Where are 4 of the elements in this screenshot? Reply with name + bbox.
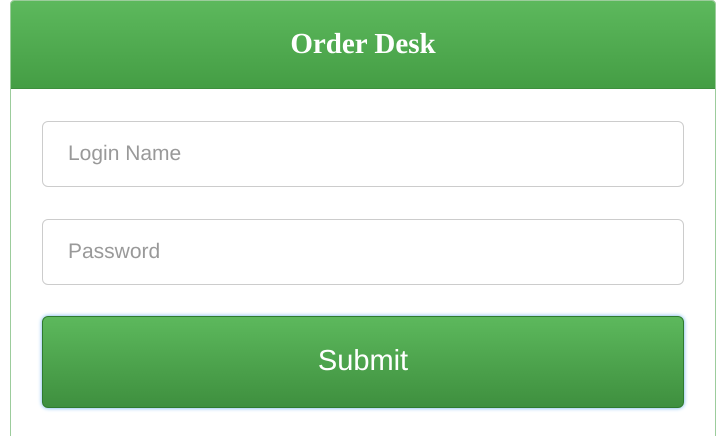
panel-title: Order Desk [290,26,436,62]
login-name-field[interactable]: Login Name [42,121,684,187]
password-field[interactable]: Password [42,219,684,285]
submit-button[interactable]: Submit [42,316,684,408]
